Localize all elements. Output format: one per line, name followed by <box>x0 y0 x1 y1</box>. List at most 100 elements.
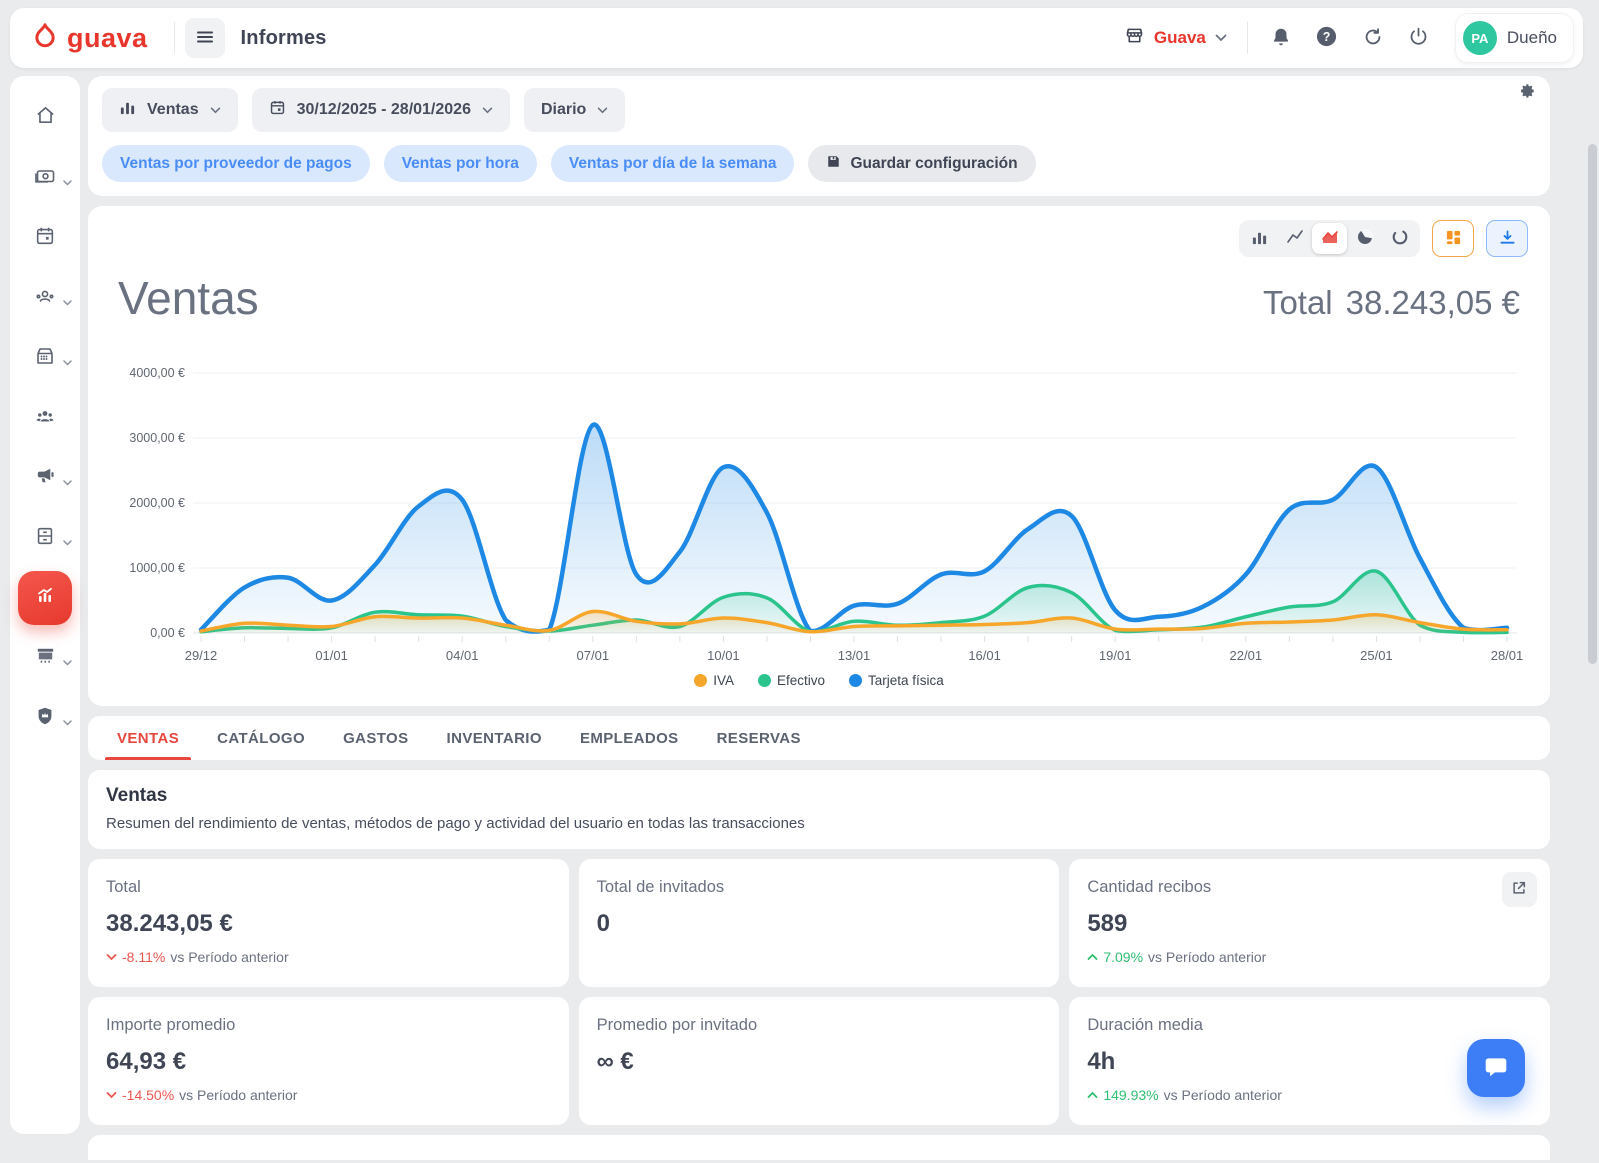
chat-support-button[interactable] <box>1467 1039 1525 1097</box>
calendar-icon <box>34 225 56 252</box>
sidebar-item-store[interactable] <box>10 628 80 688</box>
tab-inventario[interactable]: INVENTARIO <box>428 716 561 760</box>
sidebar-item-admin[interactable] <box>10 688 80 748</box>
chart-type-pie-button[interactable] <box>1347 223 1382 254</box>
chip-sales-by-weekday[interactable]: Ventas por día de la semana <box>551 145 795 182</box>
stat-cards-grid: Total 38.243,05 € -8.11% vs Período ante… <box>88 859 1550 1125</box>
area-chart-icon <box>1321 228 1339 249</box>
chart-toolbar <box>110 220 1528 257</box>
money-icon <box>33 164 57 193</box>
svg-text:13/01: 13/01 <box>838 648 871 663</box>
notifications-button[interactable] <box>1258 16 1304 60</box>
sidebar-item-team[interactable] <box>10 388 80 448</box>
location-selector[interactable]: Guava <box>1114 17 1237 59</box>
sidebar-item-company[interactable] <box>10 328 80 388</box>
chart-header: Ventas Total 38.243,05 € <box>118 271 1520 325</box>
guava-pear-icon <box>30 21 60 56</box>
scrollbar-thumb[interactable] <box>1588 144 1597 664</box>
stat-value: ∞ € <box>597 1048 1042 1076</box>
chart-total: Total 38.243,05 € <box>1263 284 1520 322</box>
stat-title: Importe promedio <box>106 1016 551 1035</box>
stat-card-avg-amount: Importe promedio 64,93 € -14.50% vs Perí… <box>88 997 569 1125</box>
sidebar-item-home[interactable] <box>10 88 80 148</box>
sidebar-item-calendar[interactable] <box>10 208 80 268</box>
chevron-down-icon <box>63 713 72 731</box>
chip-sales-by-hour[interactable]: Ventas por hora <box>384 145 537 182</box>
granularity-dropdown[interactable]: Diario <box>524 88 625 132</box>
chart-type-line-button[interactable] <box>1277 223 1312 254</box>
svg-text:1000,00 €: 1000,00 € <box>129 561 185 575</box>
dashboard-grid-icon <box>1445 229 1462 249</box>
chart-title: Ventas <box>118 271 259 325</box>
tab-catalogo[interactable]: CATÁLOGO <box>198 716 324 760</box>
help-icon: ? <box>1315 25 1338 51</box>
chevron-down-icon <box>63 473 72 491</box>
svg-text:04/01: 04/01 <box>446 648 479 663</box>
sidebar-item-payments[interactable] <box>10 148 80 208</box>
filter-settings-button[interactable] <box>1518 82 1536 103</box>
store-icon <box>1124 25 1145 51</box>
svg-text:3000,00 €: 3000,00 € <box>129 431 185 445</box>
sidebar-item-customers[interactable] <box>10 268 80 328</box>
chart-type-bar-button[interactable] <box>1242 223 1277 254</box>
stat-delta: -14.50% vs Período anterior <box>106 1087 551 1103</box>
user-name: Dueño <box>1507 28 1557 48</box>
download-button[interactable] <box>1486 220 1528 257</box>
legend-item[interactable]: IVA <box>694 673 734 688</box>
customers-icon <box>33 284 57 313</box>
bar-chart-icon <box>1251 229 1268 249</box>
report-type-dropdown[interactable]: Ventas <box>102 88 238 132</box>
section-description: Resumen del rendimiento de ventas, métod… <box>106 815 1532 832</box>
logout-button[interactable] <box>1396 16 1442 60</box>
sidebar-item-archive[interactable] <box>10 508 80 568</box>
external-link-icon <box>1511 880 1527 899</box>
legend-item[interactable]: Efectivo <box>758 673 825 688</box>
menu-toggle-button[interactable] <box>185 18 225 58</box>
user-menu[interactable]: PA Dueño <box>1456 14 1573 62</box>
app-name: guava <box>67 23 148 54</box>
tab-ventas[interactable]: VENTAS <box>98 716 198 760</box>
filter-bar: Ventas 30/12/2025 - 28/01/2026 Diario Ve… <box>88 76 1550 196</box>
building-icon <box>33 344 57 373</box>
widgets-button[interactable] <box>1432 220 1474 257</box>
bar-chart-icon <box>119 99 136 121</box>
svg-text:4000,00 €: 4000,00 € <box>129 366 185 380</box>
chevron-down-icon <box>1215 29 1227 47</box>
svg-text:22/01: 22/01 <box>1230 648 1263 663</box>
sidebar-item-reports-active[interactable] <box>10 568 80 628</box>
help-button[interactable]: ? <box>1304 16 1350 60</box>
stat-value: 0 <box>597 910 1042 938</box>
svg-text:2000,00 €: 2000,00 € <box>129 496 185 510</box>
main-content: Ventas 30/12/2025 - 28/01/2026 Diario Ve… <box>88 76 1550 1160</box>
tab-reservas[interactable]: RESERVAS <box>698 716 820 760</box>
sidebar-item-marketing[interactable] <box>10 448 80 508</box>
chart-type-segmented-control <box>1239 220 1420 257</box>
stat-title: Cantidad recibos <box>1087 878 1532 897</box>
date-range-picker[interactable]: 30/12/2025 - 28/01/2026 <box>252 88 510 132</box>
chart-type-donut-button[interactable] <box>1382 223 1417 254</box>
chip-sales-by-payment-provider[interactable]: Ventas por proveedor de pagos <box>102 145 370 182</box>
legend-item[interactable]: Tarjeta física <box>849 673 944 688</box>
chart-legend: IVA Efectivo Tarjeta física <box>110 673 1528 688</box>
chart-type-area-button[interactable] <box>1312 223 1347 254</box>
chart-total-label: Total <box>1263 284 1333 322</box>
tab-gastos[interactable]: GASTOS <box>324 716 427 760</box>
report-tabs: VENTAS CATÁLOGO GASTOS INVENTARIO EMPLEA… <box>88 716 1550 760</box>
chevron-down-icon <box>63 653 72 671</box>
chevron-down-icon <box>482 101 493 119</box>
cabinet-icon <box>34 525 56 552</box>
chat-bubble-icon <box>1483 1054 1509 1083</box>
chevron-down-icon <box>63 293 72 311</box>
trend-up-icon <box>1087 1091 1098 1099</box>
delta-value: 7.09% <box>1103 949 1143 965</box>
stat-title: Duración media <box>1087 1016 1532 1035</box>
tab-empleados[interactable]: EMPLEADOS <box>561 716 698 760</box>
section-title: Ventas <box>106 785 1532 807</box>
open-receipts-button[interactable] <box>1502 872 1537 907</box>
sidebar <box>10 76 80 1134</box>
page-title: Informes <box>241 27 327 50</box>
refresh-button[interactable] <box>1350 16 1396 60</box>
save-configuration-button[interactable]: Guardar configuración <box>808 145 1035 182</box>
scrollbar-track[interactable] <box>1587 70 1599 1163</box>
delta-value: -14.50% <box>122 1087 174 1103</box>
